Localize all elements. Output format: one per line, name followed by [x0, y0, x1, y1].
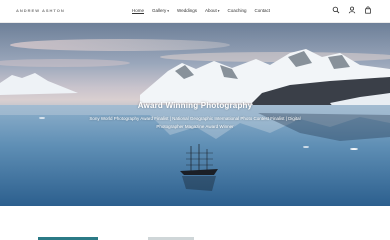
nav-gallery-label: Gallery: [152, 8, 167, 13]
nav-home-label: Home: [132, 8, 145, 13]
nav-about-label: About: [204, 8, 217, 13]
content-section: [0, 206, 390, 240]
nav-coaching[interactable]: Coaching: [228, 8, 247, 13]
main-nav: Home Gallery▾ Weddings About▾ Coaching C…: [132, 8, 270, 13]
nav-coaching-label: Coaching: [227, 8, 247, 13]
site-logo[interactable]: ANDREW ASHTON: [16, 8, 65, 13]
header-actions: [332, 6, 372, 14]
nav-gallery[interactable]: Gallery▾: [152, 8, 169, 13]
nav-weddings[interactable]: Weddings: [177, 8, 197, 13]
hero-content: Award Winning Photography Sony World Pho…: [0, 101, 390, 131]
cart-icon[interactable]: [364, 6, 372, 14]
nav-weddings-label: Weddings: [177, 8, 197, 13]
search-icon[interactable]: [332, 6, 340, 14]
account-icon[interactable]: [348, 6, 356, 14]
hero-banner: Award Winning Photography Sony World Pho…: [0, 23, 390, 206]
hero-title: Award Winning Photography: [137, 101, 253, 110]
nav-contact-label: Contact: [254, 8, 271, 13]
nav-home[interactable]: Home: [132, 8, 144, 13]
site-header: ANDREW ASHTON Home Gallery▾ Weddings Abo…: [0, 0, 390, 23]
chevron-down-icon: ▾: [217, 9, 220, 13]
nav-about[interactable]: About▾: [205, 8, 220, 13]
hero-subtitle: Sony World Photography Award Finalist | …: [89, 116, 301, 129]
nav-contact[interactable]: Contact: [255, 8, 271, 13]
chevron-down-icon: ▾: [167, 9, 170, 13]
